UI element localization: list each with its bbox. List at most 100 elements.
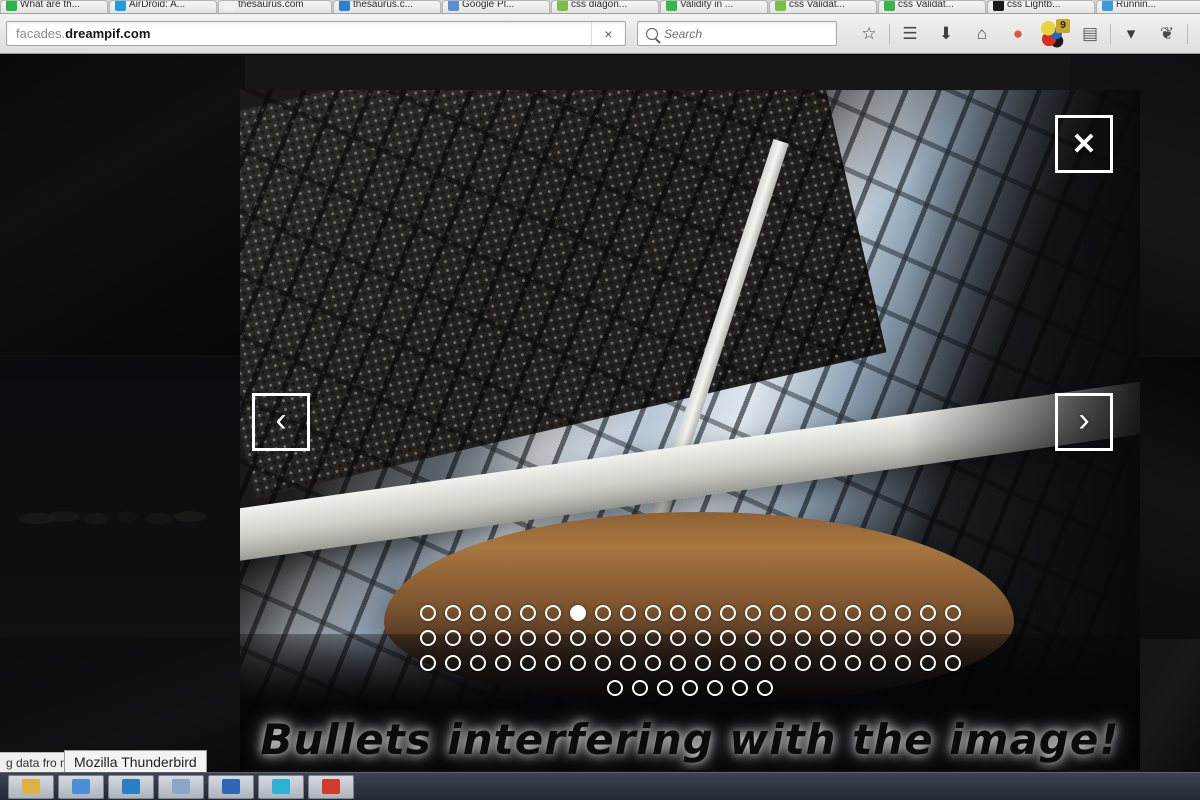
bullet[interactable] xyxy=(494,605,511,621)
reader-list-icon[interactable]: ☰ xyxy=(892,18,928,50)
bullet[interactable] xyxy=(594,655,611,671)
bullet[interactable] xyxy=(757,680,773,696)
chevron-down-icon[interactable]: ▾ xyxy=(1113,18,1149,50)
lightbox-next-button[interactable]: › xyxy=(1055,393,1113,451)
taskbar-thunderbird[interactable] xyxy=(108,774,154,799)
bullet[interactable] xyxy=(694,655,711,671)
bullet[interactable] xyxy=(769,655,786,671)
bullet[interactable] xyxy=(669,630,686,646)
bullet[interactable] xyxy=(619,605,636,621)
lightbox-bullets[interactable] xyxy=(240,605,1140,696)
bullet[interactable] xyxy=(644,630,661,646)
bookmark-star-icon[interactable]: ☆ xyxy=(851,18,887,50)
bullet[interactable] xyxy=(444,630,461,646)
bullet[interactable] xyxy=(732,680,748,696)
os-taskbar[interactable] xyxy=(0,772,1200,800)
browser-tab[interactable]: What are th... xyxy=(0,0,108,13)
browser-tab[interactable]: AirDroid: A... xyxy=(109,0,217,13)
bullet[interactable] xyxy=(944,655,961,671)
bullet[interactable] xyxy=(657,680,673,696)
bullet[interactable] xyxy=(707,680,723,696)
taskbar-files[interactable] xyxy=(208,774,254,799)
shredder-icon[interactable]: ▤ xyxy=(1072,18,1108,50)
bullet[interactable] xyxy=(469,630,486,646)
bullet[interactable] xyxy=(682,680,698,696)
browser-tab[interactable]: css Lightb... xyxy=(987,0,1095,13)
bullet[interactable] xyxy=(744,630,761,646)
address-bar-text[interactable]: facades.dreampif.com xyxy=(7,26,591,41)
bullet[interactable] xyxy=(519,630,536,646)
bullet[interactable] xyxy=(519,655,536,671)
bullet[interactable] xyxy=(744,655,761,671)
bullet[interactable] xyxy=(494,655,511,671)
bullet-active[interactable] xyxy=(569,605,586,621)
bullet[interactable] xyxy=(419,630,436,646)
bullet[interactable] xyxy=(669,655,686,671)
bullet[interactable] xyxy=(869,655,886,671)
bullet[interactable] xyxy=(769,630,786,646)
bullet[interactable] xyxy=(594,630,611,646)
bullet[interactable] xyxy=(694,630,711,646)
bullet[interactable] xyxy=(819,605,836,621)
bullet[interactable] xyxy=(544,655,561,671)
bullet[interactable] xyxy=(919,655,936,671)
bullet[interactable] xyxy=(619,630,636,646)
download-arrow-icon[interactable]: ⬇ xyxy=(928,18,964,50)
bullet[interactable] xyxy=(519,605,536,621)
taskbar-folder[interactable] xyxy=(8,774,54,799)
bullet[interactable] xyxy=(894,655,911,671)
bullet[interactable] xyxy=(769,605,786,621)
bullet[interactable] xyxy=(919,605,936,621)
bullet[interactable] xyxy=(494,630,511,646)
bullet[interactable] xyxy=(894,630,911,646)
bullet[interactable] xyxy=(469,605,486,621)
bullet[interactable] xyxy=(419,655,436,671)
overflow-chevron-icon[interactable]: ▾ xyxy=(1190,18,1200,50)
bullet[interactable] xyxy=(669,605,686,621)
browser-tab[interactable]: thesaurus.com xyxy=(218,0,332,13)
address-bar[interactable]: facades.dreampif.com × xyxy=(6,21,626,46)
fly-bug-icon[interactable]: ❦ xyxy=(1149,18,1185,50)
bullet[interactable] xyxy=(444,655,461,671)
bullet[interactable] xyxy=(544,605,561,621)
taskbar-editor[interactable] xyxy=(158,774,204,799)
bullet[interactable] xyxy=(819,655,836,671)
browser-tab[interactable]: css Validat... xyxy=(878,0,986,13)
bullet[interactable] xyxy=(844,605,861,621)
bullet[interactable] xyxy=(719,605,736,621)
duckduckgo-icon[interactable]: ● xyxy=(1000,18,1036,50)
bullet[interactable] xyxy=(619,655,636,671)
lightbox-prev-button[interactable]: ‹ xyxy=(252,393,310,451)
bullet[interactable] xyxy=(607,680,623,696)
taskbar-firefox[interactable] xyxy=(58,774,104,799)
bullet[interactable] xyxy=(569,655,586,671)
search-bar[interactable]: Search xyxy=(637,21,837,46)
bullet[interactable] xyxy=(632,680,648,696)
bullet[interactable] xyxy=(794,630,811,646)
browser-tab[interactable]: Runnin... xyxy=(1096,0,1200,13)
bullet[interactable] xyxy=(744,605,761,621)
clear-url-icon[interactable]: × xyxy=(591,22,625,45)
bullet[interactable] xyxy=(869,605,886,621)
bullet[interactable] xyxy=(544,630,561,646)
browser-tab[interactable]: Google Pl... xyxy=(442,0,550,13)
bullet[interactable] xyxy=(944,630,961,646)
browser-tabstrip[interactable]: What are th... AirDroid: A... thesaurus.co… xyxy=(0,0,1200,14)
colorful-circles-icon[interactable]: 9 xyxy=(1036,17,1072,50)
bullet[interactable] xyxy=(844,630,861,646)
browser-tab[interactable]: css diagon... xyxy=(551,0,659,13)
bullet[interactable] xyxy=(894,605,911,621)
bullet[interactable] xyxy=(944,605,961,621)
bullet[interactable] xyxy=(719,630,736,646)
bullet[interactable] xyxy=(794,655,811,671)
bullet[interactable] xyxy=(594,605,611,621)
taskbar-pdf[interactable] xyxy=(308,774,354,799)
bullet[interactable] xyxy=(644,605,661,621)
bullet[interactable] xyxy=(444,605,461,621)
bullet[interactable] xyxy=(569,630,586,646)
lightbox-close-button[interactable]: ✕ xyxy=(1055,115,1113,173)
bullet[interactable] xyxy=(469,655,486,671)
home-icon[interactable]: ⌂ xyxy=(964,18,1000,50)
browser-tab[interactable]: thesaurus.c... xyxy=(333,0,441,13)
bullet[interactable] xyxy=(719,655,736,671)
